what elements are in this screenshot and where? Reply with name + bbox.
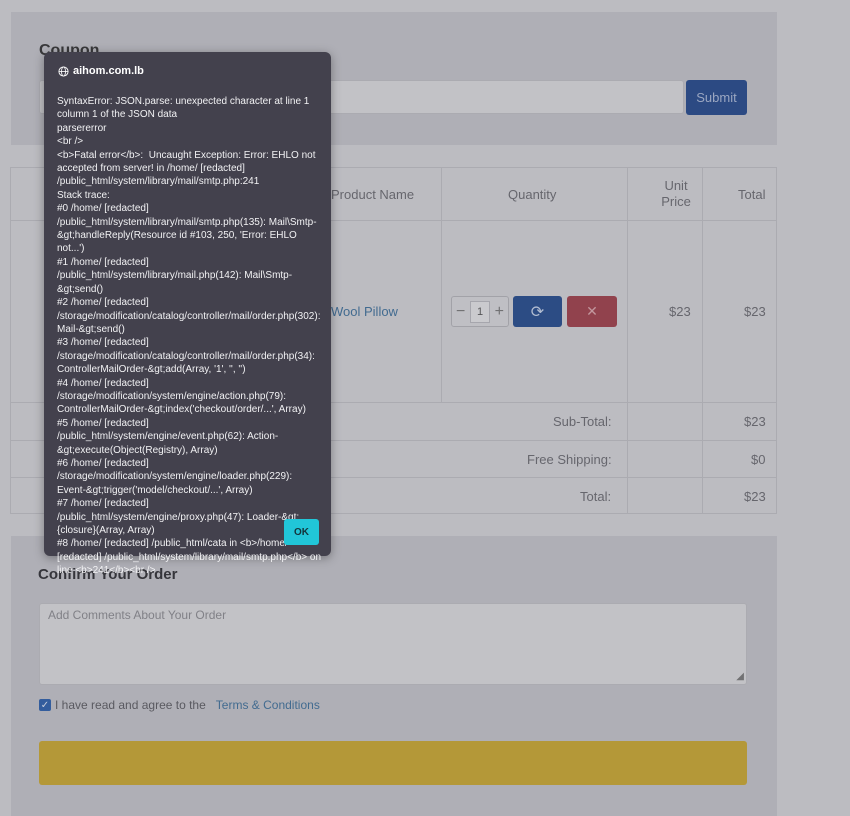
- alert-dialog: aihom.com.lb SyntaxError: JSON.parse: un…: [44, 52, 331, 576]
- ok-button[interactable]: OK: [284, 519, 319, 545]
- dialog-message: SyntaxError: JSON.parse: unexpected char…: [57, 96, 322, 577]
- dialog-host: aihom.com.lb: [73, 65, 144, 77]
- dialog-header: aihom.com.lb: [58, 65, 144, 77]
- globe-icon: [58, 65, 69, 77]
